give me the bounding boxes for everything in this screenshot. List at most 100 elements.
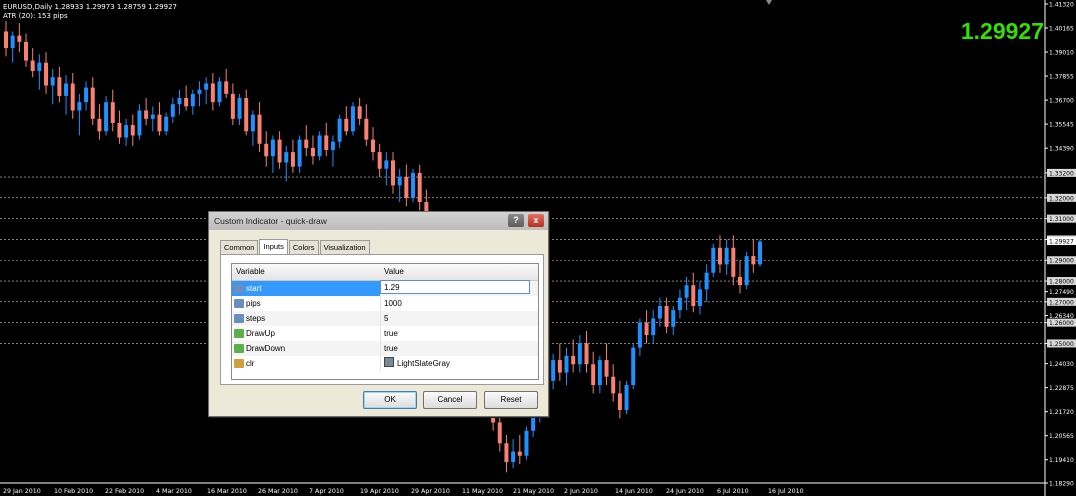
reset-button[interactable]: Reset [484, 391, 538, 409]
candle-body [197, 89, 202, 94]
param-value[interactable]: true [380, 341, 532, 356]
tab-inputs[interactable]: Inputs [259, 239, 288, 254]
candle-body [204, 83, 209, 90]
date-tick-label: 26 Mar 2010 [258, 488, 298, 495]
price-tick-label: 1.27490 [1049, 289, 1074, 296]
date-tick-label: 7 Apr 2010 [309, 488, 344, 495]
help-button[interactable]: ? [508, 214, 524, 227]
candle-body [77, 102, 82, 111]
candle-body [724, 247, 729, 265]
color-name: LightSlateGray [397, 359, 450, 368]
price-tick-label: 1.31000 [1049, 216, 1074, 223]
candle-body [244, 98, 249, 132]
candle-body [497, 422, 502, 444]
candle-body [277, 139, 282, 163]
column-header-variable[interactable]: Variable [236, 267, 265, 276]
param-name: pips [246, 299, 261, 308]
inputs-panel: Variable Value start 1.29 pips 1000 step… [220, 254, 544, 385]
date-tick-label: 2 Jun 2010 [564, 488, 598, 495]
date-tick-label: 21 May 2010 [513, 488, 554, 495]
price-tick-label: 1.27000 [1049, 299, 1074, 306]
tab-bar: Common Inputs Colors Visualization [220, 239, 371, 254]
param-name: DrawDown [246, 344, 286, 353]
param-row-pips[interactable]: pips 1000 [232, 296, 538, 311]
candle-body [284, 152, 289, 163]
candle-body [511, 451, 516, 462]
price-tick-label: 1.29000 [1049, 258, 1074, 265]
param-row-steps[interactable]: steps 5 [232, 311, 538, 326]
candle-body [97, 118, 102, 132]
candle-body [697, 289, 702, 307]
candle-body [124, 125, 129, 138]
candle-body [357, 106, 362, 119]
candle-body [404, 177, 409, 198]
date-tick-label: 11 May 2010 [462, 488, 503, 495]
price-tick-label: 1.25000 [1049, 341, 1074, 348]
candle-body [70, 83, 75, 111]
custom-indicator-dialog: Custom Indicator - quick-draw ? x Common… [208, 211, 549, 417]
param-value[interactable]: LightSlateGray [380, 356, 532, 371]
candle-body [257, 114, 262, 144]
date-tick-label: 24 Jun 2010 [666, 488, 704, 495]
price-tick-label: 1.41320 [1049, 2, 1074, 9]
ok-button[interactable]: OK [363, 391, 417, 409]
price-tick-label: 1.18290 [1049, 481, 1074, 488]
candle-body [57, 77, 62, 96]
tab-visualization[interactable]: Visualization [319, 240, 370, 254]
candle-body [4, 31, 8, 49]
price-tick-label: 1.19410 [1049, 457, 1074, 464]
candle-body [177, 98, 182, 105]
candle-body [717, 247, 722, 265]
tab-common[interactable]: Common [220, 240, 259, 254]
close-button[interactable]: x [528, 214, 544, 227]
cancel-button[interactable]: Cancel [423, 391, 477, 409]
param-row-drawdown[interactable]: DrawDown true [232, 341, 538, 356]
candle-body [297, 139, 302, 167]
candle-body [310, 147, 315, 157]
candle-body [524, 430, 529, 456]
candle-body [217, 81, 222, 103]
param-value[interactable]: true [380, 326, 532, 341]
candle-body [364, 118, 369, 140]
candle-body [691, 285, 696, 307]
param-value[interactable]: 1000 [380, 296, 532, 311]
start-value-input[interactable]: 1.29 [380, 280, 530, 294]
price-tick-label: 1.37855 [1049, 74, 1074, 81]
candle-body [304, 139, 309, 148]
price-tick-label: 1.24030 [1049, 361, 1074, 368]
symbol-info: EURUSD,Daily 1.28933 1.29973 1.28759 1.2… [3, 3, 177, 11]
tab-colors[interactable]: Colors [288, 240, 319, 254]
candle-body [631, 347, 636, 386]
candle-body [664, 306, 669, 327]
param-name: clr [246, 359, 255, 368]
date-tick-label: 4 Mar 2010 [156, 488, 192, 495]
grid-header: Variable Value [232, 264, 538, 281]
param-row-start[interactable]: start 1.29 [232, 280, 538, 296]
candle-body [624, 385, 629, 410]
date-tick-label: 6 Jul 2010 [717, 488, 749, 495]
current-price-display: 1.29927 [960, 18, 1044, 44]
candle-body [397, 177, 402, 186]
candle-body [671, 310, 676, 327]
price-tick-label: 1.36700 [1049, 98, 1074, 105]
column-header-value[interactable]: Value [384, 267, 404, 276]
candle-body [751, 256, 756, 265]
current-price-label: 1.29927 [1049, 238, 1074, 245]
indicator-info: ATR (20): 153 pips [3, 12, 68, 20]
candle-body [317, 135, 322, 157]
color-swatch [384, 357, 394, 367]
candle-body [411, 172, 416, 198]
boolean-icon [234, 329, 244, 338]
candle-body [384, 160, 389, 169]
param-row-clr[interactable]: clr LightSlateGray [232, 356, 538, 371]
param-row-drawup[interactable]: DrawUp true [232, 326, 538, 341]
dialog-titlebar[interactable]: Custom Indicator - quick-draw ? x [209, 212, 548, 230]
candle-body [557, 360, 562, 373]
param-value[interactable]: 5 [380, 311, 532, 326]
candle-body [210, 83, 215, 103]
number-icon [234, 284, 244, 293]
date-tick-label: 22 Feb 2010 [105, 488, 144, 495]
candle-body [37, 62, 42, 71]
number-icon [234, 314, 244, 323]
candle-body [711, 247, 716, 273]
